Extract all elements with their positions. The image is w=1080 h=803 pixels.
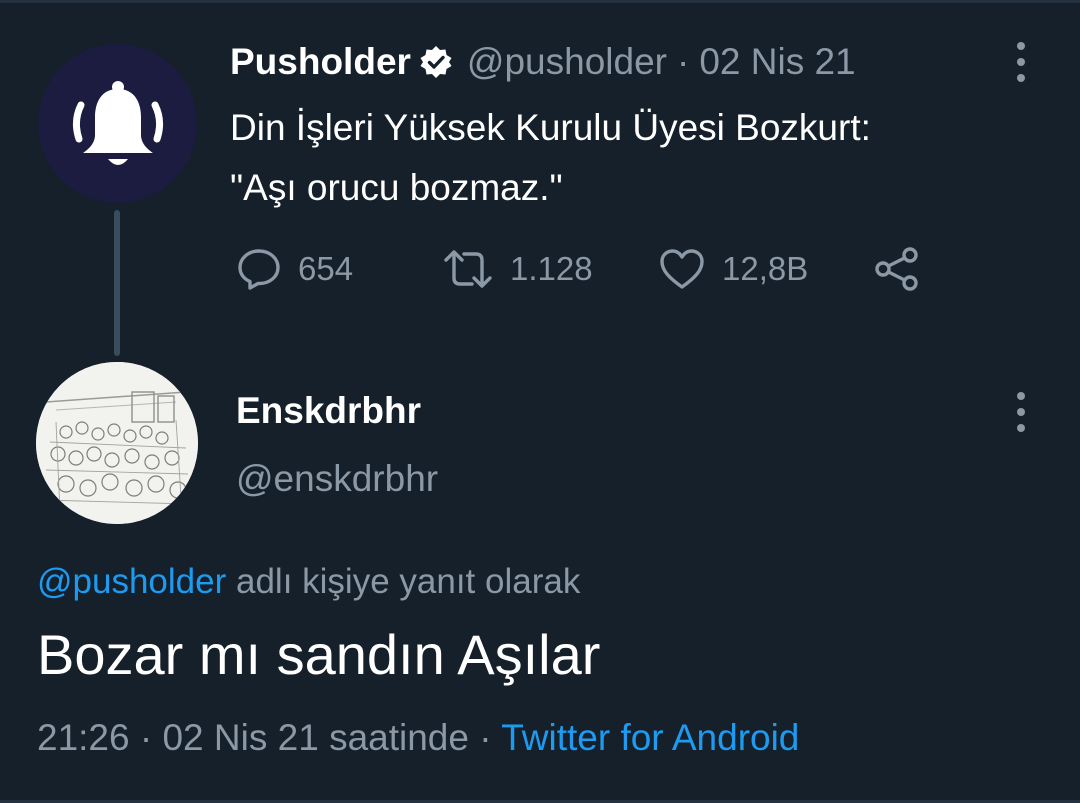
parent-tweet-text: Din İşleri Yüksek Kurulu Üyesi Bozkurt: … <box>230 98 1030 218</box>
reply-more-options-icon[interactable] <box>1011 392 1031 432</box>
tweet-time[interactable]: 21:26 <box>37 717 130 758</box>
replying-to-suffix: adlı kişiye yanıt olarak <box>236 562 581 601</box>
retweet-icon <box>444 250 492 288</box>
reply-tweet-text: Bozar mı sandın Aşılar <box>37 623 601 686</box>
replying-to-context: @pusholder adlı kişiye yanıt olarak <box>37 562 580 602</box>
meta-separator-2: · <box>479 717 492 758</box>
retweet-count: 1.128 <box>510 250 593 287</box>
reply-handle[interactable]: @enskdrbhr <box>236 458 438 500</box>
thread-connector-line <box>114 210 120 356</box>
share-button[interactable] <box>874 246 920 292</box>
reply-display-name[interactable]: Enskdrbhr <box>236 390 421 432</box>
retweet-button[interactable]: 1.128 <box>442 246 658 292</box>
parent-more-options-icon[interactable] <box>1011 42 1031 82</box>
share-icon <box>875 247 918 291</box>
reply-count: 654 <box>298 250 354 287</box>
parent-text-line-2: "Aşı orucu bozmaz." <box>230 167 563 208</box>
tweet-meta-line: 21:26 · 02 Nis 21 saatinde · Twitter for… <box>37 717 799 759</box>
pusholder-avatar[interactable] <box>38 44 197 203</box>
tweet-source-link[interactable]: Twitter for Android <box>501 717 799 758</box>
parent-display-name[interactable]: Pusholder <box>230 41 411 83</box>
replying-to-mention-link[interactable]: @pusholder <box>37 562 226 601</box>
parent-handle[interactable]: @pusholder <box>467 41 667 83</box>
reply-button[interactable]: 654 <box>236 246 442 292</box>
tweet-date[interactable]: 02 Nis 21 saatinde <box>162 717 468 758</box>
like-button[interactable]: 12,8B <box>658 246 874 292</box>
parent-action-bar: 654 1.128 12,8B <box>236 244 920 294</box>
verified-badge-icon <box>419 45 453 79</box>
sketch-crowd-avatar-image <box>36 362 198 524</box>
parent-date[interactable]: 02 Nis 21 <box>699 41 855 83</box>
parent-text-line-1: Din İşleri Yüksek Kurulu Üyesi Bozkurt: <box>230 107 871 148</box>
top-divider <box>0 0 1080 3</box>
parent-tweet-header: Pusholder @pusholder · 02 Nis 21 <box>230 40 856 84</box>
heart-icon <box>660 249 704 289</box>
like-count: 12,8B <box>722 250 809 287</box>
meta-separator-1: · <box>139 717 153 758</box>
header-separator: · <box>677 41 690 82</box>
bell-icon <box>72 80 163 165</box>
enskdrbhr-avatar[interactable] <box>36 362 198 524</box>
reply-icon <box>238 249 280 290</box>
